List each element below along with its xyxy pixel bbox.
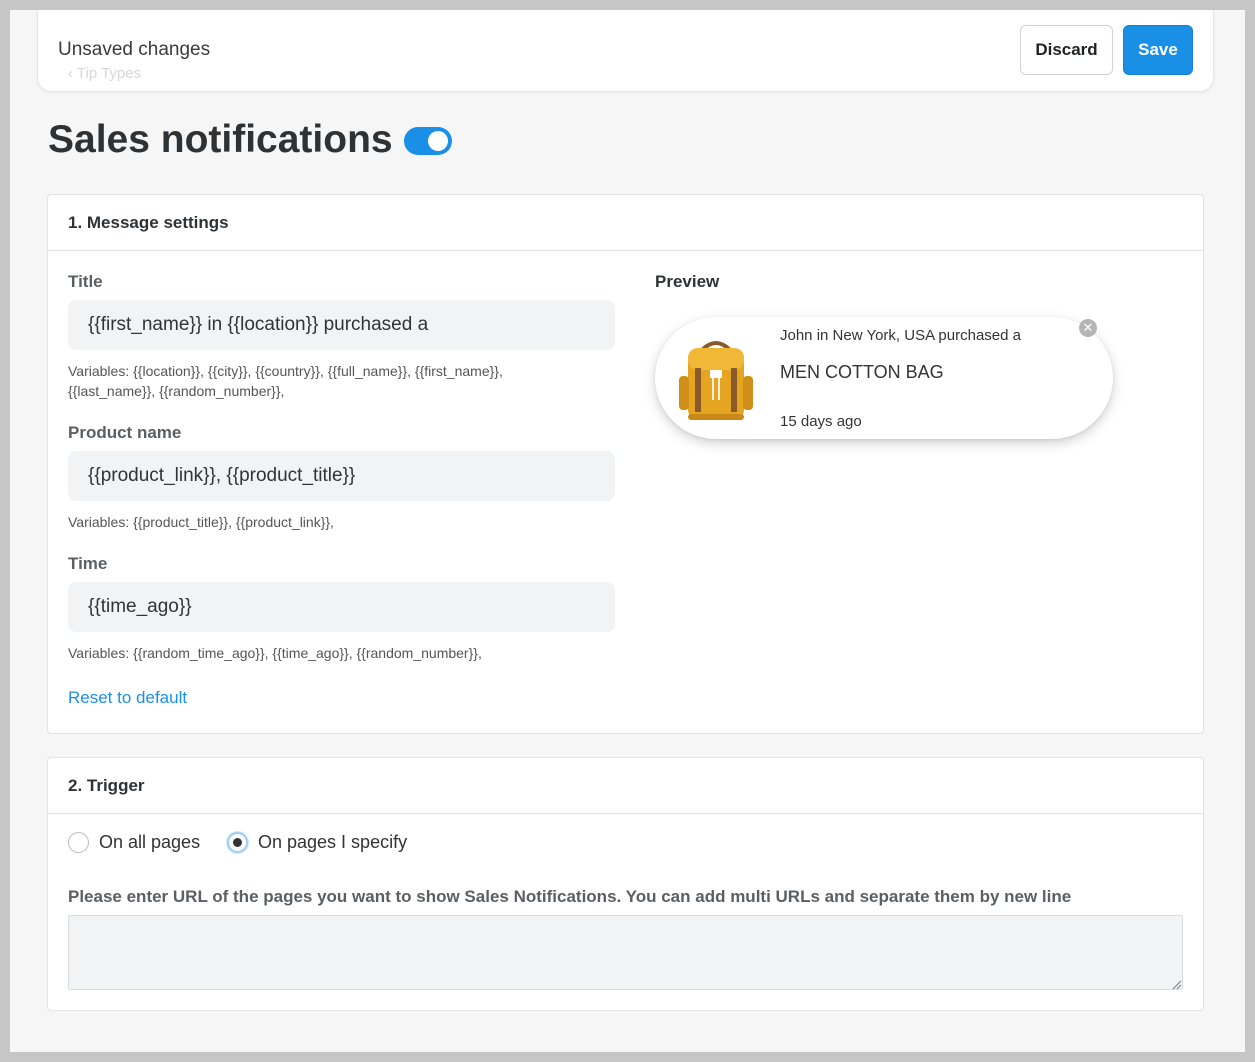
notification-preview: John in New York, USA purchased a MEN CO… [655, 317, 1113, 439]
reset-to-default-link[interactable]: Reset to default [68, 688, 187, 708]
preview-time-text: 15 days ago [780, 413, 862, 430]
time-input[interactable]: {{time_ago}} [68, 582, 615, 632]
preview-product-text: MEN COTTON BAG [780, 362, 944, 382]
preview-label: Preview [655, 272, 720, 291]
backpack-icon [666, 328, 766, 428]
page-title: Sales notifications [48, 118, 393, 161]
title-variables-hint: Variables: {{location}}, {{city}}, {{cou… [68, 363, 503, 399]
preview-title-text: John in New York, USA purchased a [780, 327, 1021, 344]
radio-specific-pages[interactable]: On pages I specify [227, 832, 407, 853]
product-variables-hint: Variables: {{product_title}}, {{product_… [68, 514, 334, 530]
resize-handle-icon[interactable] [1172, 980, 1182, 990]
message-settings-card: 1. Message settings Title {{first_name}}… [47, 194, 1204, 734]
unsaved-changes-text: Unsaved changes [58, 39, 211, 60]
toggle-knob [428, 131, 448, 151]
url-textarea[interactable] [68, 915, 1183, 990]
product-name-input[interactable]: {{product_link}}, {{product_title}} [68, 451, 615, 501]
title-input[interactable]: {{first_name}} in {{location}} purchased… [68, 300, 615, 350]
save-button[interactable]: Save [1123, 25, 1193, 75]
time-variables-hint: Variables: {{random_time_ago}}, {{time_a… [68, 645, 482, 661]
backpack-image [666, 328, 766, 428]
product-name-label: Product name [68, 423, 182, 442]
time-label: Time [68, 554, 108, 573]
radio-all-pages-circle[interactable] [68, 832, 89, 853]
close-icon[interactable]: ✕ [1079, 319, 1097, 337]
discard-button[interactable]: Discard [1020, 25, 1113, 75]
enable-toggle[interactable] [404, 127, 452, 155]
contextual-save-bar: Unsaved changes ‹ Tip Types Discard Save [37, 10, 1214, 92]
title-label: Title [68, 272, 103, 291]
trigger-card: 2. Trigger On all pages On pages I speci… [47, 757, 1204, 1011]
radio-specific-pages-circle[interactable] [227, 832, 248, 853]
message-settings-heading: 1. Message settings [48, 195, 1203, 251]
radio-all-pages[interactable]: On all pages [68, 832, 200, 853]
app-frame: Unsaved changes ‹ Tip Types Discard Save… [10, 10, 1245, 1052]
url-field-label: Please enter URL of the pages you want t… [68, 887, 1072, 906]
trigger-heading: 2. Trigger [48, 758, 1203, 814]
radio-all-pages-label: On all pages [99, 832, 201, 852]
radio-specific-pages-label: On pages I specify [258, 832, 408, 852]
back-link-ghost: ‹ Tip Types [68, 65, 142, 82]
